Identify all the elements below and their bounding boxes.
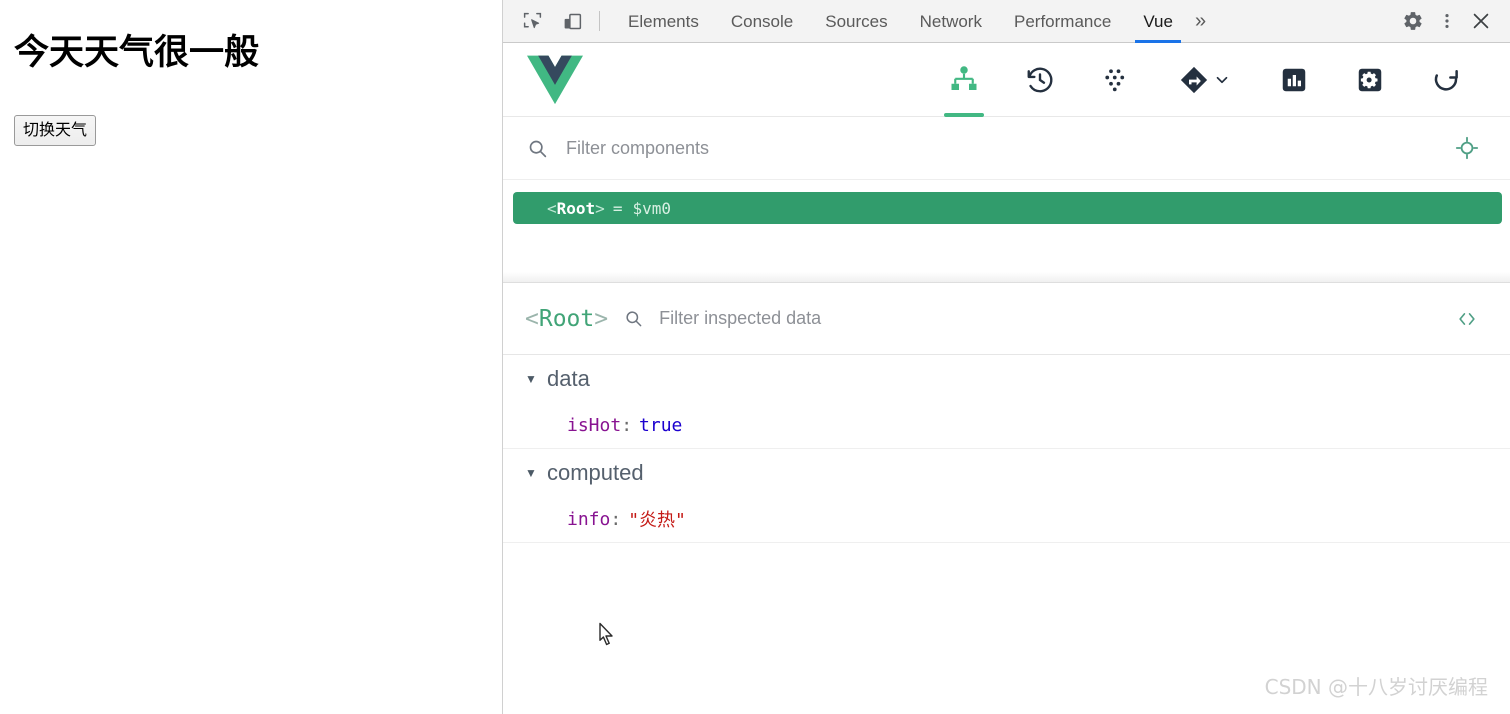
page-title: 今天天气很一般 [14,33,259,73]
csdn-watermark: CSDN @十八岁讨厌编程 [1265,671,1488,700]
state-group-header-computed[interactable]: ▼ computed [503,449,1510,496]
tab-sources[interactable]: Sources [809,0,903,43]
vue-nav-routing[interactable] [1154,43,1256,117]
tab-overflow-icon[interactable]: » [1189,0,1216,43]
search-icon [624,309,643,328]
state-value[interactable]: true [639,415,682,436]
equals-sign: = [613,199,623,218]
kebab-menu-icon[interactable] [1430,4,1464,38]
component-tree-icon [949,65,979,95]
tab-console[interactable]: Console [715,0,809,43]
chevron-down-icon[interactable] [1213,71,1231,89]
vue-nav-components[interactable] [926,43,1002,117]
state-group-computed: ▼ computed info: "炎热" [503,449,1510,543]
component-name: Root [557,199,596,218]
state-group-data: ▼ data isHot: true [503,355,1510,449]
bracket-open: < [525,306,539,332]
state-group-title: computed [547,460,644,486]
state-key: isHot [567,415,621,436]
devtools-panel: Elements Console Sources Network Perform… [503,0,1510,714]
vue-nav-vuex[interactable] [1078,43,1154,117]
code-brackets-icon[interactable] [1450,304,1484,334]
vue-nav-refresh[interactable] [1408,43,1484,117]
state-key: info [567,509,610,530]
target-crosshair-icon[interactable] [1450,131,1484,165]
devtools-right-tools [1396,4,1510,38]
toolbar-divider [599,11,600,31]
vue-nav-settings[interactable] [1332,43,1408,117]
device-toolbar-icon[interactable] [557,7,587,35]
vuex-dots-icon [1101,65,1131,95]
component-filter-bar [503,117,1510,180]
caret-down-icon[interactable]: ▼ [525,373,541,385]
router-diamond-icon [1179,65,1209,95]
vm-reference: $vm0 [632,199,671,218]
devtools-tab-list: Elements Console Sources Network Perform… [612,0,1216,43]
vue-nav [926,43,1484,117]
state-colon: : [610,509,621,530]
history-clock-icon [1025,65,1055,95]
inspected-component-name: <Root> [525,306,608,332]
bracket-close: > [594,306,608,332]
search-icon [527,138,548,159]
inspector-body: ▼ data isHot: true ▼ computed info: "炎热" C… [503,355,1510,714]
state-row-isHot[interactable]: isHot: true [503,402,1510,448]
inspector-header: <Root> [503,283,1510,355]
browser-page-content: 今天天气很一般 切换天气 [0,0,503,714]
component-tree: < Root > = $vm0 [503,180,1510,272]
state-row-info[interactable]: info: "炎热" [503,496,1510,542]
tab-network[interactable]: Network [904,0,998,43]
gear-square-icon [1355,65,1385,95]
tab-elements[interactable]: Elements [612,0,715,43]
vue-nav-timeline[interactable] [1002,43,1078,117]
refresh-icon [1431,65,1461,95]
caret-down-icon[interactable]: ▼ [525,467,541,479]
bar-chart-icon [1279,65,1309,95]
screen-root: 今天天气很一般 切换天气 Elements Console [0,0,1510,714]
state-group-title: data [547,366,590,392]
tab-vue[interactable]: Vue [1127,0,1189,43]
vue-nav-performance[interactable] [1256,43,1332,117]
filter-inspected-data-input[interactable] [657,307,1450,330]
pane-splitter[interactable] [503,272,1510,283]
close-icon[interactable] [1464,4,1498,38]
tab-performance[interactable]: Performance [998,0,1127,43]
component-name-text: Root [539,306,594,332]
component-tree-row-root[interactable]: < Root > = $vm0 [513,192,1502,224]
state-value[interactable]: "炎热" [628,506,686,532]
devtools-tabbar: Elements Console Sources Network Perform… [503,0,1510,43]
bracket-close: > [595,199,605,218]
filter-components-input[interactable] [564,137,1450,160]
state-group-header-data[interactable]: ▼ data [503,355,1510,402]
state-colon: : [621,415,632,436]
inspect-element-icon[interactable] [517,7,547,35]
toggle-weather-button[interactable]: 切换天气 [14,115,96,146]
vue-devtools-header [503,43,1510,117]
gear-icon[interactable] [1396,4,1430,38]
bracket-open: < [547,199,557,218]
vue-logo [527,55,583,105]
